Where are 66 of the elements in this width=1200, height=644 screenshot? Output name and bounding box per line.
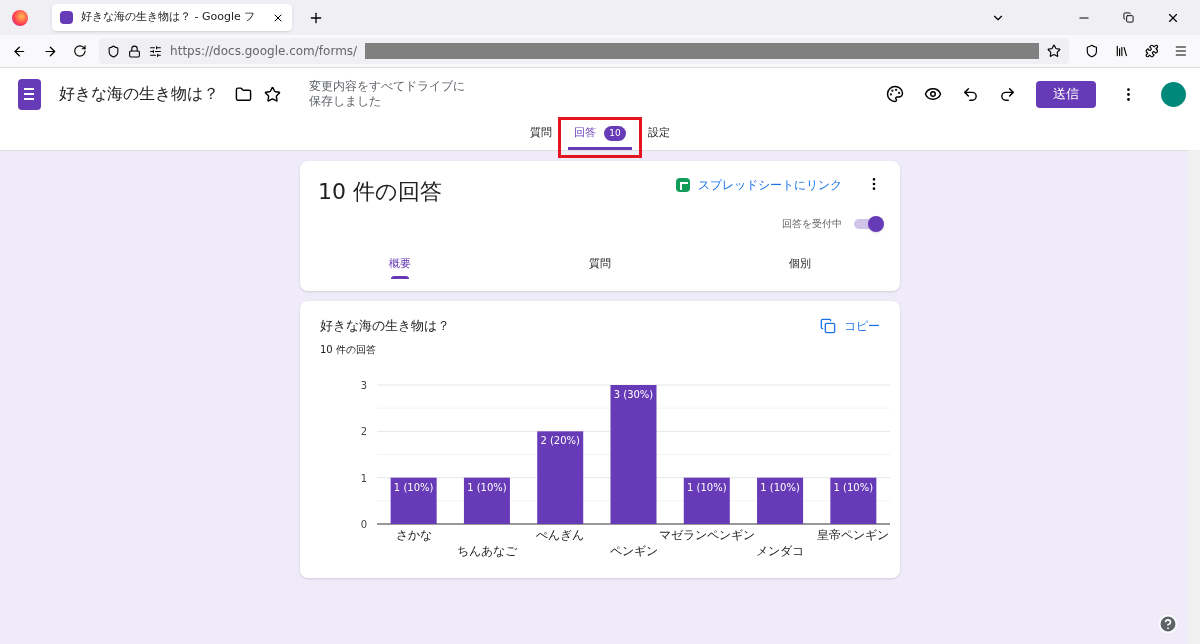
send-button[interactable]: 送信 <box>1036 80 1096 108</box>
form-title[interactable]: 好きな海の生き物は？ <box>59 82 219 106</box>
axis-tick-label: 2 <box>360 425 367 437</box>
category-label: さかな <box>395 527 432 542</box>
bookmark-star-icon[interactable] <box>1047 44 1062 58</box>
count-badge: 10 <box>604 125 626 142</box>
menu-icon[interactable] <box>1174 44 1188 58</box>
category-label: メンダコ <box>756 543 805 558</box>
help-icon[interactable] <box>1158 614 1178 634</box>
axis-tick-label: 3 <box>360 379 367 391</box>
axis-tick-label: 1 <box>360 472 367 484</box>
sheet-link[interactable]: スプレッドシートにリンク <box>698 176 842 194</box>
question-response-count: 10 件の回答 <box>319 342 377 357</box>
response-count-heading: 10 件の回答 <box>318 178 442 206</box>
shield-icon <box>107 44 121 58</box>
value-label: 1 (10%) <box>687 481 727 493</box>
save-status: 変更内容をすべてドライブに保存しました <box>309 79 466 109</box>
undo-icon[interactable] <box>962 85 979 103</box>
address-field[interactable]: https://docs.google.com/forms/ <box>99 38 1070 64</box>
preview-icon[interactable] <box>924 85 942 103</box>
category-label: 皇帝ペンギン <box>817 527 890 542</box>
url-text: https://docs.google.com/forms/ <box>170 43 358 60</box>
value-label: 1 (10%) <box>467 481 507 493</box>
value-label: 1 (10%) <box>393 481 434 493</box>
category-label: マゼランペンギン <box>658 527 755 542</box>
subtab[interactable]: 質問 <box>500 249 700 279</box>
accepting-label: 回答を受付中 <box>782 217 842 231</box>
value-label: 1 (10%) <box>760 481 800 493</box>
browser-logo-icon[interactable] <box>12 9 28 26</box>
subtab[interactable]: 概要 <box>300 249 500 279</box>
folder-icon[interactable] <box>235 85 252 103</box>
value-label: 2 (20%) <box>540 434 580 446</box>
bar <box>683 477 730 524</box>
extensions-icon[interactable] <box>1144 44 1159 58</box>
question-title: 好きな海の生き物は？ <box>320 317 450 335</box>
bar <box>390 477 437 524</box>
bar <box>830 477 877 524</box>
forms-logo-icon[interactable] <box>18 78 41 110</box>
tab[interactable]: 設定 <box>641 120 676 150</box>
bar <box>463 477 510 524</box>
subtab[interactable]: 個別 <box>700 249 900 279</box>
category-label: ペンギン <box>609 543 658 558</box>
library-icon[interactable] <box>1114 44 1129 58</box>
accepting-toggle[interactable] <box>854 218 882 229</box>
copy-button[interactable]: コピー <box>820 316 880 335</box>
tab[interactable]: 回答 10 <box>568 120 632 150</box>
forms-icon <box>60 11 73 24</box>
value-label: 3 (30%) <box>613 388 654 400</box>
sheets-icon <box>676 178 690 192</box>
bar <box>757 477 804 524</box>
category-label: ぺんぎん <box>536 527 585 542</box>
palette-icon[interactable] <box>886 85 904 103</box>
copy-icon <box>820 317 836 334</box>
browser-tab[interactable]: 好きな海の生き物は？ - Google フ <box>52 4 292 31</box>
permissions-icon <box>149 44 163 58</box>
value-label: 1 (10%) <box>833 481 874 493</box>
tab-title: 好きな海の生き物は？ - Google フ <box>81 9 257 26</box>
reload-icon[interactable] <box>73 44 88 58</box>
lock-icon <box>128 44 142 58</box>
tab[interactable]: 質問 <box>524 120 559 150</box>
axis-tick-label: 0 <box>360 518 367 530</box>
category-label: ちんあなご <box>456 543 517 558</box>
avatar[interactable] <box>1161 81 1186 107</box>
restore-icon[interactable] <box>1123 12 1134 23</box>
star-icon[interactable] <box>264 85 281 103</box>
redo-icon[interactable] <box>999 85 1016 103</box>
